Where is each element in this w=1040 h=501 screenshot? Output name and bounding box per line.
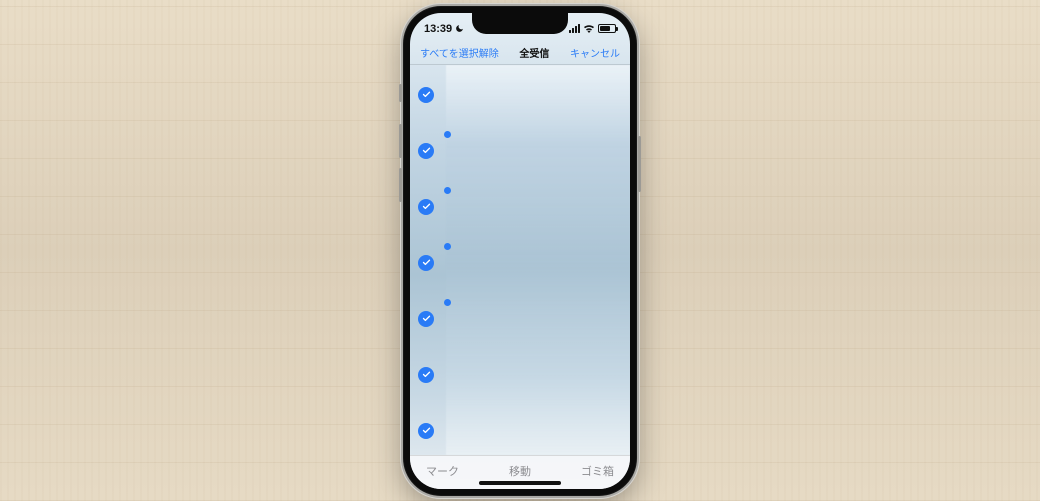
mail-row[interactable]	[410, 403, 630, 455]
power-button[interactable]	[638, 136, 641, 192]
selection-checkmark-icon[interactable]	[418, 423, 434, 439]
wifi-icon	[583, 24, 595, 33]
mail-row[interactable]	[410, 291, 630, 347]
cellular-signal-icon	[569, 24, 580, 33]
unread-dot-icon	[444, 299, 451, 306]
mail-row[interactable]	[410, 123, 630, 179]
mail-list[interactable]	[410, 65, 630, 455]
selection-checkmark-icon[interactable]	[418, 255, 434, 271]
selection-checkmark-icon[interactable]	[418, 143, 434, 159]
selection-checkmark-icon[interactable]	[418, 311, 434, 327]
mail-row[interactable]	[410, 347, 630, 403]
do-not-disturb-icon	[455, 24, 464, 33]
selection-checkmark-icon[interactable]	[418, 87, 434, 103]
volume-up-button[interactable]	[399, 124, 402, 158]
deselect-all-button[interactable]: すべてを選択解除	[420, 45, 499, 60]
unread-dot-icon	[444, 131, 451, 138]
selection-checkmark-icon[interactable]	[418, 367, 434, 383]
mute-switch[interactable]	[399, 84, 402, 102]
volume-down-button[interactable]	[399, 168, 402, 202]
mail-row[interactable]	[410, 235, 630, 291]
mail-row[interactable]	[410, 67, 630, 123]
selection-checkmark-icon[interactable]	[418, 199, 434, 215]
status-time: 13:39	[424, 23, 452, 35]
notch	[472, 13, 568, 34]
unread-dot-icon	[444, 187, 451, 194]
cancel-button[interactable]: キャンセル	[570, 45, 620, 60]
battery-icon	[598, 24, 616, 33]
screen: 13:39 すべてを選択解除 全受信 キャンセル	[410, 13, 630, 489]
navigation-bar: すべてを選択解除 全受信 キャンセル	[410, 41, 630, 65]
move-button[interactable]: 移動	[509, 463, 531, 479]
phone-frame: 13:39 すべてを選択解除 全受信 キャンセル	[403, 6, 637, 496]
page-title: 全受信	[519, 45, 549, 60]
mark-button[interactable]: マーク	[426, 463, 459, 479]
unread-dot-icon	[444, 243, 451, 250]
mail-row[interactable]	[410, 179, 630, 235]
trash-button[interactable]: ゴミ箱	[581, 463, 614, 479]
home-indicator[interactable]	[479, 481, 561, 485]
